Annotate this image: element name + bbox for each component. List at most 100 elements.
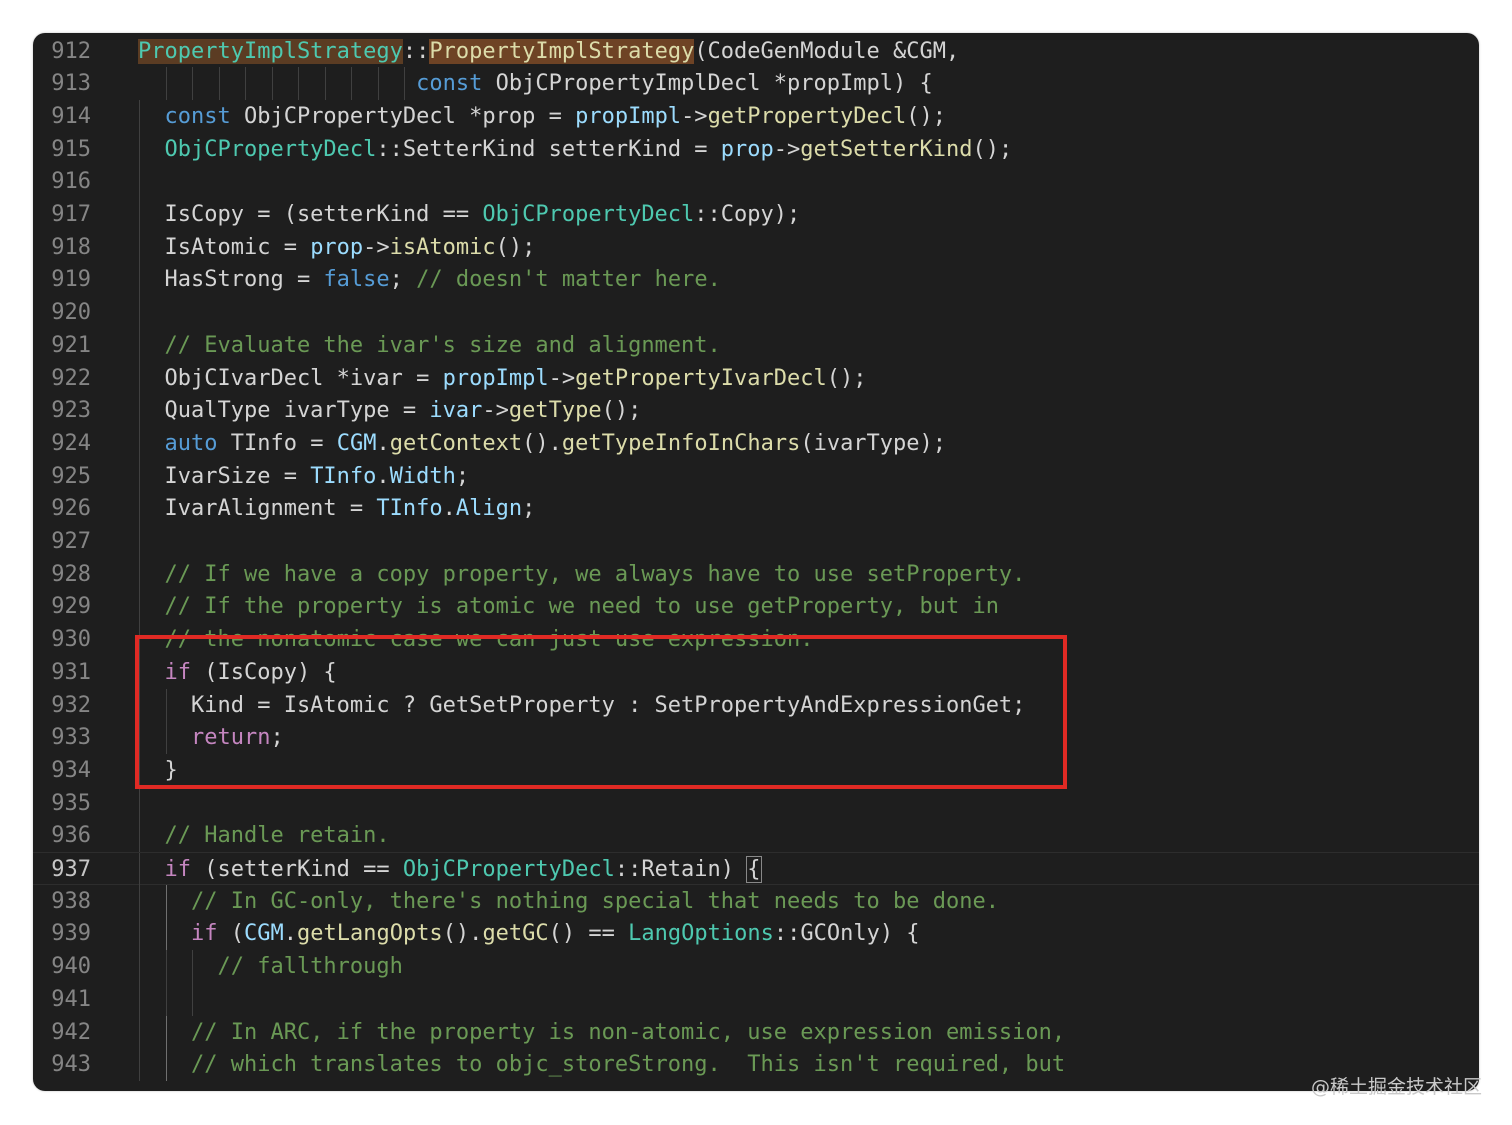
code-text: Kind = IsAtomic ? GetSetProperty : SetPr… — [138, 689, 1025, 722]
code-token: CGM — [243, 921, 284, 947]
code-line[interactable]: 921 // Evaluate the ivar's size and alig… — [33, 328, 1479, 362]
code-line[interactable]: 941 — [33, 982, 1479, 1016]
line-number: 913 — [51, 71, 91, 97]
code-token: ObjCPropertyDecl — [482, 202, 695, 227]
code-token: getTypeInfoInChars — [561, 430, 801, 456]
code-token: } — [138, 757, 178, 783]
code-token: if — [138, 659, 191, 685]
code-token: ObjCPropertyDecl *prop = — [230, 103, 576, 129]
code-token: getPropertyIvarDecl — [575, 365, 827, 391]
line-number: 925 — [51, 463, 91, 489]
code-token: :: — [402, 38, 430, 64]
code-token: . — [283, 921, 297, 947]
code-token: ObjCPropertyDecl — [402, 857, 615, 882]
line-number: 916 — [51, 169, 91, 195]
code-line[interactable]: 922 ObjCIvarDecl *ivar = propImpl->getPr… — [33, 361, 1479, 395]
line-number: 938 — [51, 888, 91, 914]
indent-guide — [139, 982, 140, 1016]
code-line[interactable]: 917 IsCopy = (setterKind == ObjCProperty… — [33, 198, 1479, 231]
code-line[interactable]: 929 // If the property is atomic we need… — [33, 590, 1479, 624]
line-number: 934 — [51, 757, 91, 783]
code-line[interactable]: 913 const ObjCPropertyImplDecl *propImpl… — [33, 67, 1479, 101]
code-token: (). — [522, 430, 562, 456]
code-editor[interactable]: 912 PropertyImplStrategy::PropertyImplStr… — [33, 33, 1479, 1091]
code-token: // Handle retain. — [138, 823, 390, 849]
code-line[interactable]: 916 — [33, 165, 1479, 199]
code-line[interactable]: 935 — [33, 786, 1479, 820]
code-line[interactable]: 928 // If we have a copy property, we al… — [33, 557, 1479, 591]
code-line[interactable]: 930 // the nonatomic case we can just us… — [33, 623, 1479, 657]
code-line[interactable]: 931 if (IsCopy) { — [33, 655, 1479, 689]
code-token: (CodeGenModule &CGM, — [694, 38, 960, 64]
code-line[interactable]: 942 // In ARC, if the property is non-at… — [33, 1015, 1479, 1049]
code-text: auto TInfo = CGM.getContext().getTypeInf… — [138, 427, 946, 460]
code-token: . — [376, 463, 390, 489]
code-token: getGC — [482, 921, 549, 947]
line-number: 914 — [51, 103, 91, 129]
code-text: const ObjCPropertyDecl *prop = propImpl-… — [138, 100, 946, 133]
line-number: 920 — [51, 300, 91, 326]
code-line[interactable]: 915 ObjCPropertyDecl::SetterKind setterK… — [33, 132, 1479, 166]
code-token: // the nonatomic case we can just use ex… — [138, 627, 814, 653]
line-number: 935 — [51, 790, 91, 816]
code-token: (); — [972, 136, 1013, 162]
code-token: ( — [217, 921, 244, 947]
code-line[interactable]: 924 auto TInfo = CGM.getContext().getTyp… — [33, 426, 1479, 460]
code-line[interactable]: 914 const ObjCPropertyDecl *prop = propI… — [33, 99, 1479, 133]
code-line[interactable]: 933 return; — [33, 721, 1479, 755]
code-token: ObjCPropertyDecl — [138, 136, 377, 162]
indent-guide — [139, 786, 140, 820]
code-token: getContext — [389, 430, 523, 456]
code-text: // which translates to objc_storeStrong.… — [138, 1048, 1065, 1081]
line-number: 912 — [51, 38, 91, 64]
code-token: (); — [826, 365, 867, 391]
line-number: 924 — [51, 430, 91, 456]
code-line[interactable]: 918 IsAtomic = prop->isAtomic(); — [33, 230, 1479, 264]
line-number: 919 — [51, 267, 91, 293]
code-token: getType — [508, 398, 602, 424]
code-text: IvarAlignment = TInfo.Align; — [138, 492, 535, 525]
code-token: (). — [442, 921, 483, 947]
code-text: // If the property is atomic we need to … — [138, 590, 998, 623]
code-line[interactable]: 925 IvarSize = TInfo.Width; — [33, 459, 1479, 493]
line-number: 926 — [51, 496, 91, 522]
code-line[interactable]: 937 if (setterKind == ObjCPropertyDecl::… — [33, 852, 1479, 886]
code-text: // fallthrough — [138, 950, 403, 983]
indent-guide — [139, 296, 140, 330]
line-number: 943 — [51, 1052, 91, 1078]
line-number: 936 — [51, 823, 91, 849]
line-number: 937 — [51, 857, 91, 882]
code-text: // the nonatomic case we can just use ex… — [138, 623, 814, 656]
line-number: 933 — [51, 725, 91, 751]
indent-guide — [192, 982, 193, 1016]
code-text: const ObjCPropertyImplDecl *propImpl) { — [138, 67, 933, 100]
code-token: auto — [138, 430, 218, 456]
code-token: IsCopy = (setterKind == — [138, 202, 483, 227]
code-line[interactable]: 939 if (CGM.getLangOpts().getGC() == Lan… — [33, 917, 1479, 951]
code-line[interactable]: 919 HasStrong = false; // doesn't matter… — [33, 263, 1479, 297]
code-token: // which translates to objc_storeStrong.… — [138, 1052, 1066, 1078]
code-line[interactable]: 912 PropertyImplStrategy::PropertyImplStr… — [33, 35, 1479, 68]
code-line[interactable]: 923 QualType ivarType = ivar->getType(); — [33, 394, 1479, 428]
line-number: 917 — [51, 202, 91, 227]
code-token: IvarSize = — [138, 463, 311, 489]
code-line[interactable]: 934 } — [33, 753, 1479, 787]
code-line[interactable]: 943 // which translates to objc_storeStr… — [33, 1048, 1479, 1082]
code-token: -> — [773, 136, 801, 162]
indent-guide — [139, 165, 140, 199]
code-token: // Evaluate the ivar's size and alignmen… — [138, 332, 721, 358]
code-token: -> — [548, 365, 576, 391]
code-token: // fallthrough — [138, 954, 403, 980]
code-token: (); — [601, 398, 642, 424]
code-line[interactable]: 927 — [33, 525, 1479, 558]
code-token: propImpl — [442, 365, 549, 391]
watermark: @稀土掘金技术社区 — [1310, 1076, 1482, 1098]
code-line[interactable]: 940 // fallthrough — [33, 950, 1479, 984]
code-line[interactable]: 926 IvarAlignment = TInfo.Align; — [33, 492, 1479, 526]
code-line[interactable]: 938 // In GC-only, there's nothing speci… — [33, 884, 1479, 918]
code-text: IsAtomic = prop->isAtomic(); — [138, 231, 535, 264]
code-text: return; — [138, 721, 284, 754]
code-line[interactable]: 932 Kind = IsAtomic ? GetSetProperty : S… — [33, 688, 1479, 722]
code-line[interactable]: 936 // Handle retain. — [33, 819, 1479, 853]
code-line[interactable]: 920 — [33, 296, 1479, 330]
